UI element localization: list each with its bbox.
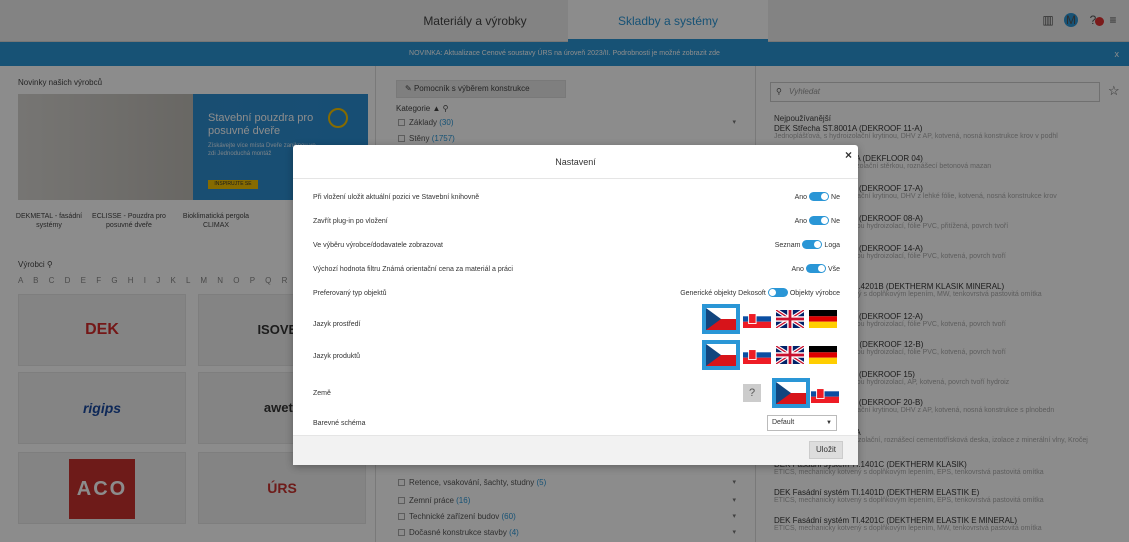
unknown-country-icon[interactable]: ? xyxy=(743,384,761,402)
close-plugin-toggle[interactable] xyxy=(809,216,830,225)
env-language-label: Jazyk prostředí xyxy=(313,321,361,328)
setting-toggle-group: Ano Ne xyxy=(794,216,840,225)
setting-toggle-group: Generické objekty Dekosoft Objekty výrobc… xyxy=(680,288,840,297)
flag-cz-icon[interactable] xyxy=(772,378,810,408)
flag-sk-icon[interactable] xyxy=(811,385,839,403)
flag-cz-icon[interactable] xyxy=(702,340,740,370)
setting-label: Výchozí hodnota filtru Známá orientační … xyxy=(313,266,513,273)
dialog-footer: Uložit xyxy=(293,435,858,465)
flag-uk-icon[interactable] xyxy=(776,310,804,328)
display-mode-toggle[interactable] xyxy=(802,240,823,249)
setting-label: Zavřít plug-in po vložení xyxy=(313,218,388,225)
product-language-label: Jazyk produktů xyxy=(313,353,361,360)
dialog-title: Nastavení xyxy=(293,145,858,179)
close-icon[interactable]: × xyxy=(845,148,852,162)
flag-sk-icon[interactable] xyxy=(743,346,771,364)
flag-sk-icon[interactable] xyxy=(743,310,771,328)
setting-toggle-group: Seznam Loga xyxy=(774,240,840,249)
object-type-toggle[interactable] xyxy=(767,288,788,297)
flag-cz-icon[interactable] xyxy=(702,304,740,334)
color-scheme-label: Barevné schéma xyxy=(313,420,366,427)
setting-label: Při vložení uložit aktuální pozici ve St… xyxy=(313,194,480,201)
app-window: Materiály a výrobky Skladby a systémy ▥ … xyxy=(0,0,1129,542)
setting-toggle-group: Ano Ne xyxy=(794,192,840,201)
country-label: Země xyxy=(313,390,331,397)
save-position-toggle[interactable] xyxy=(809,192,830,201)
setting-label: Preferovaný typ objektů xyxy=(313,290,387,297)
setting-label: Ve výběru výrobce/dodavatele zobrazovat xyxy=(313,242,443,249)
settings-dialog: Nastavení × Při vložení uložit aktuální … xyxy=(293,145,858,465)
color-scheme-select[interactable]: Default ▼ xyxy=(767,415,837,431)
setting-toggle-group: Ano Vše xyxy=(791,264,840,273)
flag-de-icon[interactable] xyxy=(809,346,837,364)
chevron-down-icon: ▼ xyxy=(826,420,832,426)
flag-uk-icon[interactable] xyxy=(776,346,804,364)
price-filter-toggle[interactable] xyxy=(805,264,826,273)
save-button[interactable]: Uložit xyxy=(809,441,843,459)
flag-de-icon[interactable] xyxy=(809,310,837,328)
